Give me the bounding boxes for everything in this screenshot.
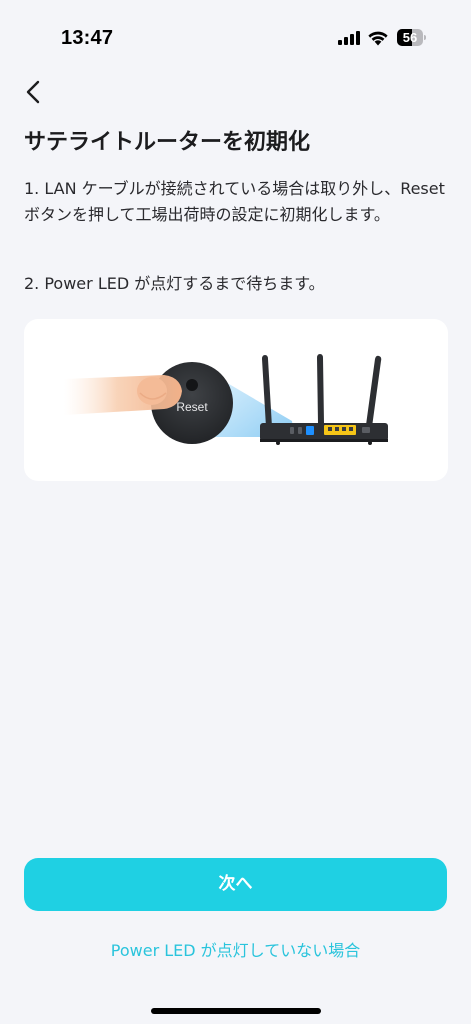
router-reset-illustration: Reset	[64, 354, 388, 445]
router-antenna-middle	[317, 354, 324, 423]
status-bar: 13:47 56	[0, 0, 471, 70]
next-button[interactable]: 次へ	[24, 858, 447, 911]
router-antenna-right	[366, 355, 382, 427]
router-reset-hole	[290, 427, 294, 434]
back-button[interactable]	[16, 74, 52, 110]
reset-label: Reset	[176, 400, 208, 414]
home-indicator	[151, 1008, 321, 1014]
fingertip	[137, 377, 167, 405]
router-wan-port	[306, 426, 314, 435]
reset-pinhole	[186, 379, 198, 391]
status-time: 13:47	[61, 27, 114, 49]
page-title: サテライトルーターを初期化	[24, 130, 311, 155]
instruction-step-1: 1. LAN ケーブルが接続されている場合は取り外し、Reset ボタンを押して…	[24, 179, 445, 224]
instruction-step-2: 2. Power LED が点灯するまで待ちます。	[24, 274, 325, 293]
battery-level: 56	[402, 30, 418, 45]
power-led-help-link[interactable]: Power LED が点灯していない場合	[0, 937, 471, 961]
cellular-signal-icon	[338, 31, 360, 45]
wifi-icon	[368, 31, 388, 46]
battery-indicator: 56	[397, 29, 427, 46]
reset-illustration-card: Reset	[24, 319, 448, 481]
chevron-left-icon	[26, 80, 40, 104]
